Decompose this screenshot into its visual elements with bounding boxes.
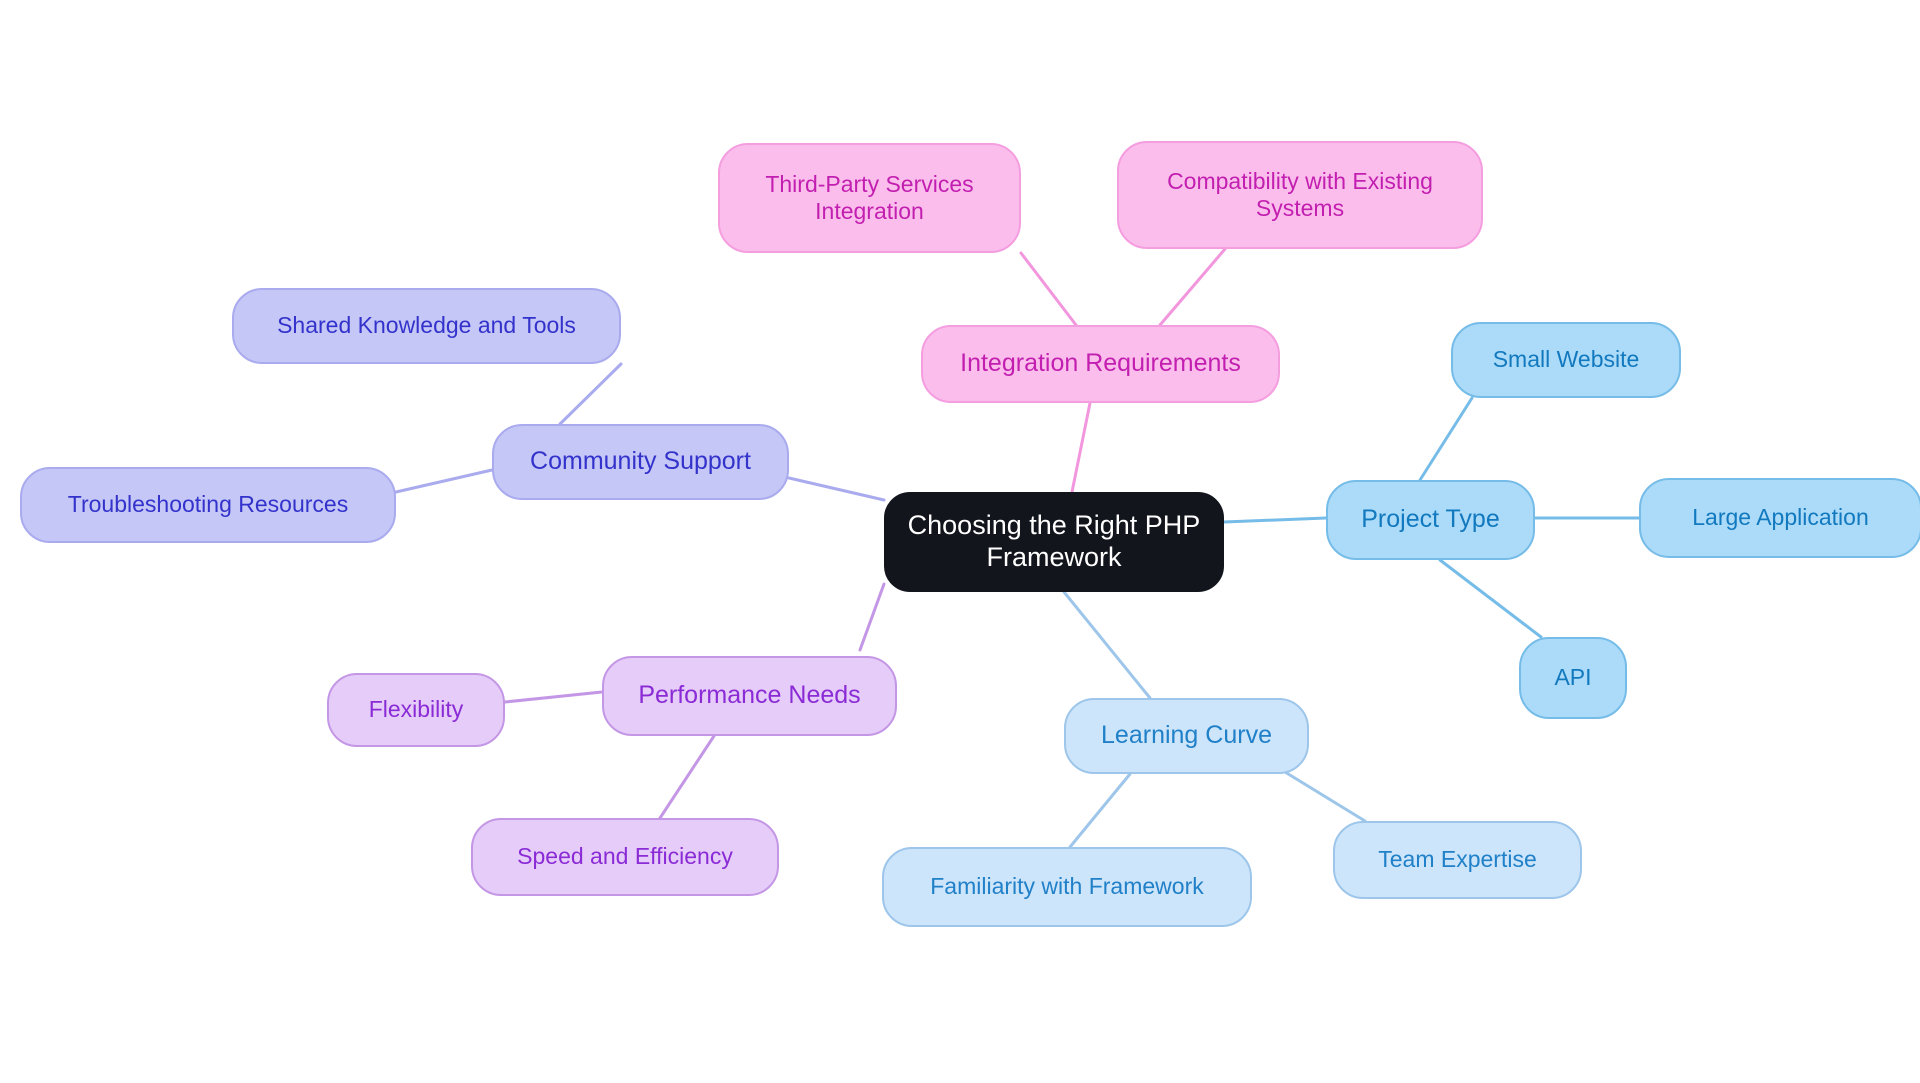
edge-community-support-to-troubleshooting-resources [394, 468, 494, 494]
mindmap-node-integration-requirements[interactable]: Integration Requirements [921, 325, 1280, 403]
edge-root-to-project-type [1222, 516, 1328, 524]
node-label: Third-Party Services Integration [765, 170, 974, 224]
node-label: Troubleshooting Resources [67, 491, 349, 518]
mindmap-node-troubleshooting-resources[interactable]: Troubleshooting Resources [20, 467, 396, 543]
mindmap-node-shared-knowledge-and-tools[interactable]: Shared Knowledge and Tools [232, 288, 621, 364]
node-label: Project Type [1361, 505, 1500, 534]
mindmap-node-small-website[interactable]: Small Website [1451, 322, 1681, 398]
node-label: Familiarity with Framework [930, 873, 1204, 900]
node-label: Learning Curve [1101, 721, 1272, 750]
node-label: Compatibility with Existing Systems [1167, 167, 1433, 221]
mindmap-node-compatibility-with-existing-systems[interactable]: Compatibility with Existing Systems [1117, 141, 1483, 249]
edge-root-to-learning-curve [1062, 590, 1152, 700]
edge-root-to-integration-requirements [1070, 401, 1092, 494]
mindmap-node-root[interactable]: Choosing the Right PHP Framework [884, 492, 1224, 592]
node-label: Team Expertise [1378, 846, 1537, 873]
node-label: API [1554, 664, 1592, 691]
mindmap-node-team-expertise[interactable]: Team Expertise [1333, 821, 1582, 899]
node-label: Integration Requirements [960, 349, 1241, 378]
node-label: Speed and Efficiency [517, 843, 733, 870]
edge-performance-needs-to-flexibility [503, 690, 604, 704]
edge-learning-curve-to-team-expertise [1283, 770, 1367, 823]
mindmap-node-performance-needs[interactable]: Performance Needs [602, 656, 897, 736]
edge-root-to-community-support [787, 476, 886, 502]
mindmap-canvas: Choosing the Right PHP Framework Integrat… [0, 0, 1920, 1083]
edge-integration-requirements-to-compatibility-with-existing-systems [1158, 247, 1227, 327]
mindmap-node-familiarity-with-framework[interactable]: Familiarity with Framework [882, 847, 1252, 927]
mindmap-node-api[interactable]: API [1519, 637, 1627, 719]
node-label: Flexibility [368, 696, 464, 723]
node-label: Large Application [1692, 504, 1869, 531]
edge-project-type-to-api [1438, 558, 1543, 639]
node-label: Choosing the Right PHP Framework [907, 510, 1201, 572]
mindmap-node-flexibility[interactable]: Flexibility [327, 673, 505, 747]
edge-root-to-performance-needs [858, 582, 886, 652]
edge-performance-needs-to-speed-and-efficiency [658, 734, 716, 820]
mindmap-node-large-application[interactable]: Large Application [1639, 478, 1920, 558]
mindmap-node-learning-curve[interactable]: Learning Curve [1064, 698, 1309, 774]
node-label: Performance Needs [638, 681, 861, 710]
edge-community-support-to-shared-knowledge-and-tools [558, 362, 623, 426]
edge-project-type-to-small-website [1418, 396, 1474, 482]
edge-learning-curve-to-familiarity-with-framework [1068, 772, 1132, 849]
mindmap-node-third-party-services-integration[interactable]: Third-Party Services Integration [718, 143, 1021, 253]
node-label: Shared Knowledge and Tools [277, 312, 576, 339]
node-label: Small Website [1492, 346, 1640, 373]
node-label: Community Support [530, 447, 751, 476]
mindmap-node-project-type[interactable]: Project Type [1326, 480, 1535, 560]
mindmap-node-community-support[interactable]: Community Support [492, 424, 789, 500]
edge-integration-requirements-to-third-party-services-integration [1019, 251, 1078, 327]
mindmap-node-speed-and-efficiency[interactable]: Speed and Efficiency [471, 818, 779, 896]
